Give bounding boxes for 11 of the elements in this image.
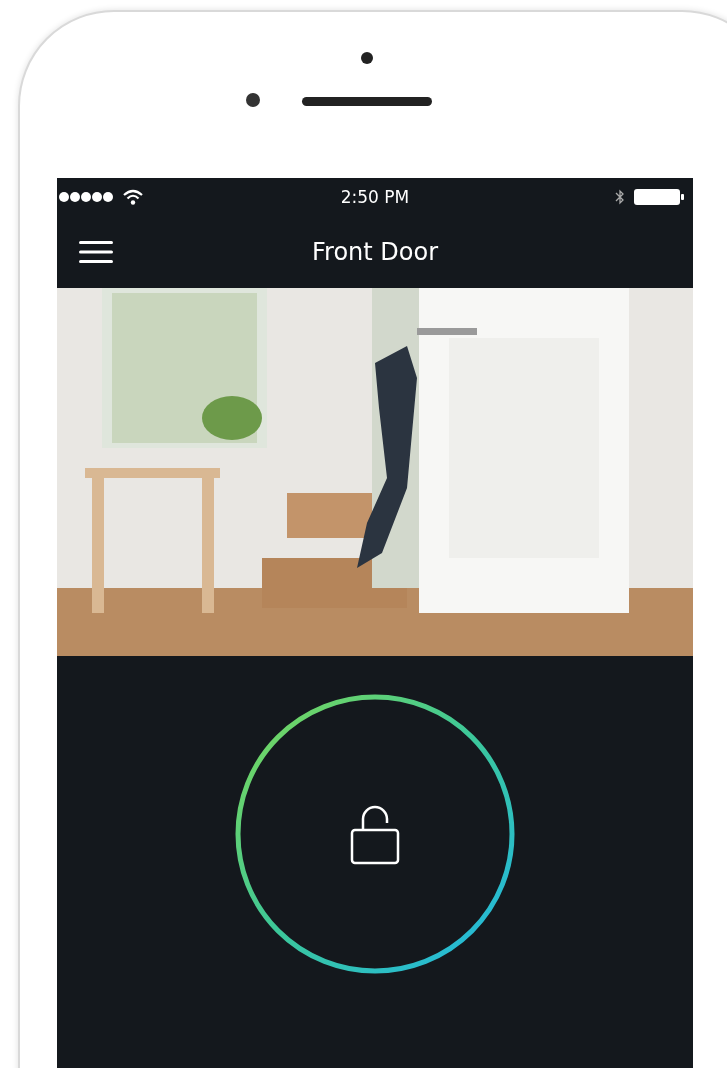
front-camera [246, 93, 260, 107]
menu-icon [79, 240, 113, 264]
screen-title: Front Door [312, 238, 438, 266]
unlock-button[interactable] [235, 694, 515, 974]
signal-icon [59, 191, 115, 203]
wifi-icon [123, 189, 143, 205]
sensor-dot [361, 52, 373, 64]
bluetooth-icon [615, 189, 625, 205]
status-time: 2:50 PM [340, 187, 410, 207]
battery-icon [633, 188, 685, 206]
menu-button[interactable] [79, 240, 113, 264]
